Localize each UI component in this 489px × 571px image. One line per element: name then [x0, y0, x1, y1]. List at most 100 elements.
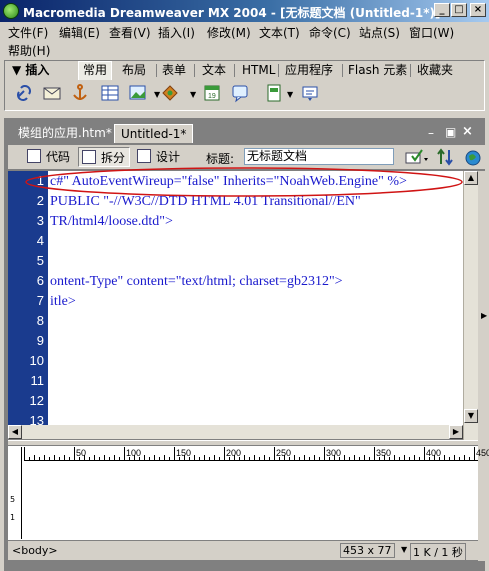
ruler-tick-mark	[394, 455, 395, 460]
document-title-input[interactable]: 无标题文档	[244, 148, 394, 165]
design-view-label: 设计	[156, 150, 181, 164]
ruler-tick-label: 5	[10, 495, 16, 504]
tab-application[interactable]: 应用程序	[281, 62, 337, 78]
code-view-button[interactable]: 代码	[24, 147, 74, 167]
table-icon[interactable]	[100, 83, 120, 103]
line-number: 3	[36, 213, 44, 228]
ruler-tick-mark	[219, 457, 220, 460]
menu-view[interactable]: 查看(V)	[109, 24, 151, 41]
code-line[interactable]: itle>	[50, 294, 76, 310]
ruler-tick-mark	[414, 455, 415, 460]
named-anchor-icon[interactable]	[70, 83, 90, 103]
ruler-tick-mark	[209, 457, 210, 460]
horizontal-ruler: 50 100 150 200 250 300 350 400 450	[24, 447, 489, 461]
media-icon[interactable]	[160, 83, 180, 103]
ruler-tick-mark	[419, 457, 420, 460]
doc-restore-icon[interactable]: ▣	[445, 125, 456, 139]
ruler-tick-mark	[24, 447, 25, 460]
ruler-tick-mark	[264, 455, 265, 460]
line-number-gutter: 1 2 3 4 5 6 7 8 9 10 11 12 13	[8, 171, 48, 438]
window-size-selector[interactable]: 453 x 77	[340, 543, 395, 558]
tab-divider	[156, 64, 157, 77]
browser-check-icon[interactable]	[404, 148, 430, 166]
ruler-tick-mark	[224, 447, 225, 460]
tab-forms[interactable]: 表单	[158, 62, 190, 78]
ruler-tick-mark	[174, 447, 175, 460]
tab-text[interactable]: 文本	[198, 62, 230, 78]
ruler-tick-mark	[359, 457, 360, 460]
scroll-down-button[interactable]: ▼	[464, 409, 478, 423]
scroll-up-button[interactable]: ▲	[464, 171, 478, 185]
panel-expand-arrow[interactable]: ▶	[481, 311, 487, 320]
tab-flash-elements[interactable]: Flash 元素	[344, 62, 411, 78]
doc-minimize-icon[interactable]: –	[428, 126, 434, 140]
maximize-button[interactable]: □	[451, 3, 467, 17]
ruler-tick-mark	[39, 457, 40, 460]
tag-chooser-icon[interactable]	[300, 83, 320, 103]
tab-divider	[278, 64, 279, 77]
tab-favorites[interactable]: 收藏夹	[413, 62, 457, 78]
template-icon[interactable]	[264, 83, 284, 103]
code-line[interactable]: TR/html4/loose.dtd">	[50, 214, 173, 230]
line-number: 6	[36, 273, 44, 288]
horizontal-scrollbar[interactable]: ◀ ▶	[8, 425, 463, 439]
image-icon[interactable]	[128, 83, 148, 103]
tag-selector-body[interactable]: <body>	[12, 544, 58, 557]
scroll-left-button[interactable]: ◀	[8, 425, 22, 439]
tab-html[interactable]: HTML	[238, 62, 279, 78]
close-button[interactable]: ×	[470, 3, 486, 17]
comment-icon[interactable]	[230, 83, 250, 103]
ruler-tick-mark	[364, 455, 365, 460]
ruler-tick-label: 50	[76, 448, 87, 458]
ruler-tick-mark	[249, 457, 250, 460]
ruler-tick-mark	[154, 455, 155, 460]
tab-common[interactable]: 常用	[78, 61, 113, 80]
ruler-tick-mark	[399, 457, 400, 460]
menu-window[interactable]: 窗口(W)	[409, 24, 454, 41]
menu-commands[interactable]: 命令(C)	[309, 24, 351, 41]
date-icon[interactable]: 19	[202, 83, 222, 103]
code-line[interactable]: ontent-Type" content="text/html; charset…	[50, 274, 343, 290]
file-management-icon[interactable]	[436, 148, 458, 166]
menu-file[interactable]: 文件(F)	[8, 24, 48, 41]
ruler-tick-mark	[344, 455, 345, 460]
menu-help[interactable]: 帮助(H)	[8, 42, 50, 59]
doc-tab-untitled[interactable]: Untitled-1*	[114, 124, 194, 143]
menu-insert[interactable]: 插入(I)	[158, 24, 195, 41]
menu-site[interactable]: 站点(S)	[359, 24, 400, 41]
ruler-tick-mark	[309, 457, 310, 460]
minimize-button[interactable]: _	[434, 3, 450, 17]
email-link-icon[interactable]	[42, 83, 62, 103]
ruler-tick-label: 350	[376, 448, 392, 458]
vertical-scrollbar[interactable]: ▲ ▼	[463, 171, 478, 440]
menu-modify[interactable]: 修改(M)	[207, 24, 251, 41]
ruler-tick-mark	[204, 455, 205, 460]
split-view-button[interactable]: 拆分	[78, 147, 131, 167]
ruler-tick-mark	[44, 455, 45, 460]
ruler-tick-mark	[324, 447, 325, 460]
window-size-dropdown-arrow[interactable]: ▼	[401, 545, 407, 554]
doc-close-icon[interactable]: ×	[462, 124, 473, 139]
scroll-right-button[interactable]: ▶	[449, 425, 463, 439]
doc-tab-module[interactable]: 模组的应用.htm*	[12, 124, 118, 143]
ruler-tick-mark	[269, 457, 270, 460]
template-dropdown-arrow[interactable]: ▼	[287, 90, 293, 99]
ruler-tick-label: 400	[426, 448, 442, 458]
media-dropdown-arrow[interactable]: ▼	[190, 90, 196, 99]
ruler-tick-mark	[459, 457, 460, 460]
ruler-tick-mark	[319, 457, 320, 460]
code-editor[interactable]	[8, 171, 463, 438]
dreamweaver-logo-icon[interactable]	[3, 3, 19, 19]
hyperlink-icon[interactable]	[14, 83, 34, 103]
ruler-tick-mark	[104, 455, 105, 460]
ruler-tick-mark	[314, 455, 315, 460]
insert-panel-toggle[interactable]: ▼ 插入	[8, 62, 53, 78]
ruler-tick-mark	[299, 457, 300, 460]
ruler-tick-mark	[274, 447, 275, 460]
svg-text:19: 19	[208, 93, 216, 100]
design-view-button[interactable]: 设计	[134, 147, 184, 167]
menu-text[interactable]: 文本(T)	[259, 24, 300, 41]
menu-edit[interactable]: 编辑(E)	[59, 24, 100, 41]
tab-layout[interactable]: 布局	[118, 62, 150, 78]
image-dropdown-arrow[interactable]: ▼	[154, 90, 160, 99]
